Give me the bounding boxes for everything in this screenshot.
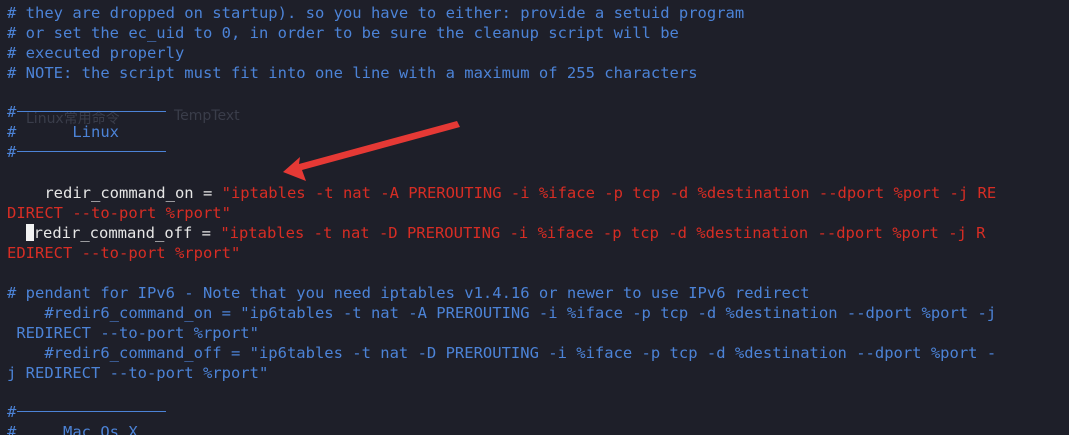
section-rule-bottom: #: [7, 142, 167, 162]
section-rule-top: #: [7, 402, 167, 422]
redir6-off-wrap: j REDIRECT --to-port %rport": [7, 364, 269, 382]
ipv6-comment-line: # pendant for IPv6 - Note that you need …: [7, 284, 810, 302]
redir-on-key: redir_command_on =: [7, 184, 222, 202]
comment-line: # or set the ec_uid to 0, in order to be…: [7, 24, 679, 42]
section-header-label: Linux: [72, 123, 119, 141]
redir-command-on-line[interactable]: redir_command_on = "iptables -t nat -A P…: [7, 183, 996, 203]
redir-on-value: "iptables -t nat -A PREROUTING -i %iface…: [221, 184, 997, 202]
redir6-on-wrap: REDIRECT --to-port %rport": [7, 324, 259, 342]
redir-command-off-line[interactable]: redir_command_off = "iptables -t nat -D …: [7, 223, 986, 243]
comment-line: # NOTE: the script must fit into one lin…: [7, 64, 698, 82]
redir6-off-line[interactable]: #redir6_command_off = "ip6tables -t nat …: [7, 343, 996, 363]
code-editor[interactable]: Linux常用命令 TempText # they are dropped on…: [0, 0, 1069, 435]
section-header-linux: # Linux: [7, 123, 119, 141]
comment-line: # they are dropped on startup). so you h…: [7, 4, 745, 22]
redir6-on-line[interactable]: #redir6_command_on = "ip6tables -t nat -…: [7, 303, 996, 323]
redir-off-value: "iptables -t nat -D PREROUTING -i %iface…: [220, 224, 986, 242]
section-header-macos: # Mac Os X: [7, 422, 138, 435]
block-cursor: [25, 224, 34, 241]
redir-command-on-wrap: DIRECT --to-port %rport": [7, 204, 231, 222]
comment-line: # executed properly: [7, 44, 185, 62]
section-header-label: Mac Os X: [63, 423, 138, 435]
section-rule-top: #: [7, 102, 167, 122]
redir-off-key: redir_command_off =: [33, 224, 221, 242]
ghost-label-temptext: TempText: [174, 108, 240, 124]
redir-command-off-wrap: EDIRECT --to-port %rport": [7, 244, 241, 262]
